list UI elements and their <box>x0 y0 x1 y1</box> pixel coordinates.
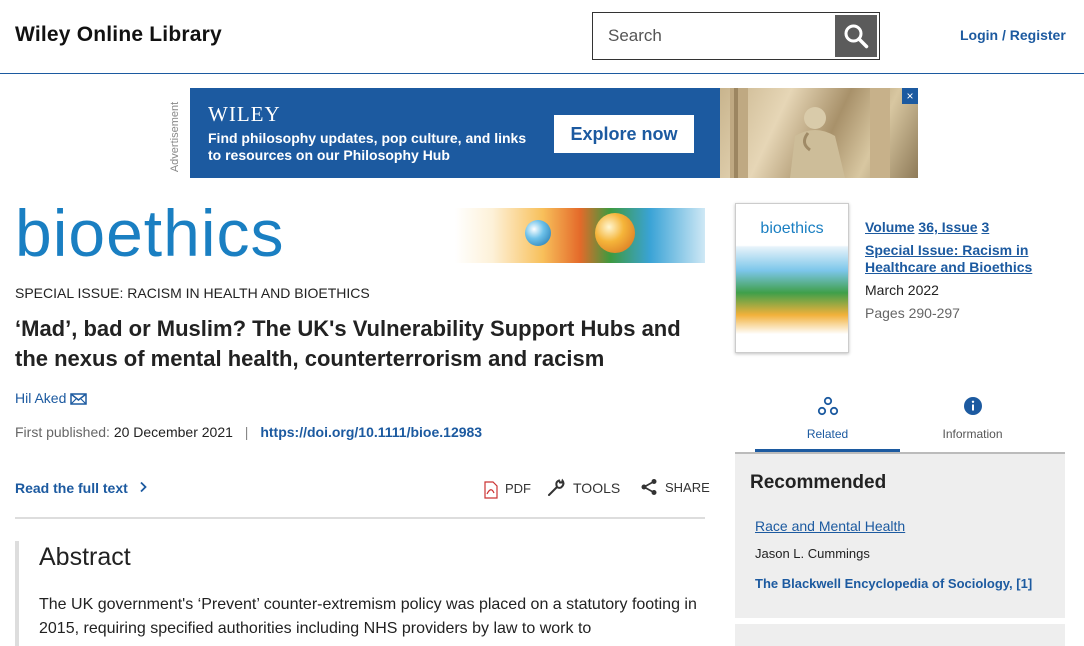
related-icon <box>817 396 838 415</box>
special-issue-link[interactable]: Special Issue: Racism in Healthcare and … <box>865 242 1032 275</box>
recommended-author: Jason L. Cummings <box>755 546 870 561</box>
tab-related[interactable]: Related <box>755 393 900 453</box>
tab-related-label: Related <box>806 427 849 441</box>
pdf-label: PDF <box>505 481 531 496</box>
issue-pages: Pages 290-297 <box>865 305 960 321</box>
wrench-icon <box>548 478 565 496</box>
sidebar-tabs: Related Information <box>755 393 1045 453</box>
article-title: ‘Mad’, bad or Muslim? The UK's Vulnerabi… <box>15 316 681 371</box>
author-line: Hil Aked <box>15 389 88 406</box>
close-ad-button[interactable]: × <box>902 88 918 104</box>
statue-image <box>730 88 890 178</box>
ad-logo: WILEY <box>208 102 281 126</box>
tab-information[interactable]: Information <box>900 393 1045 453</box>
cover-title: bioethics <box>760 220 824 237</box>
ad-label: Advertisement <box>160 96 190 178</box>
advertisement-banner[interactable]: WILEY Find philosophy updates, pop cultu… <box>190 88 918 178</box>
author-link[interactable]: Hil Aked <box>15 390 66 406</box>
search-box <box>592 12 880 60</box>
site-logo[interactable]: Wiley Online Library <box>15 23 222 47</box>
abstract-section: Abstract The UK government's ‘Prevent’ c… <box>15 541 705 646</box>
read-full-text-label: Read the full text <box>15 480 128 496</box>
share-label: SHARE <box>665 479 710 495</box>
read-full-text-link[interactable]: Read the full text <box>15 480 148 496</box>
section-divider <box>15 517 705 519</box>
login-register-link[interactable]: Login / Register <box>960 27 1066 43</box>
first-published-label: First published: <box>15 424 110 440</box>
ad-philosopher-image <box>720 88 918 178</box>
recommended-panel: Recommended Race and Mental Health Jason… <box>735 454 1065 646</box>
list-item: Race and Mental Health Jason L. Cummings… <box>755 518 1050 591</box>
ad-text: Find philosophy updates, pop culture, an… <box>208 130 527 163</box>
advertisement-label: Advertisement <box>169 101 181 173</box>
pdf-button[interactable]: PDF <box>484 478 531 499</box>
journal-title: bioethics <box>15 196 285 270</box>
journal-cover[interactable]: bioethics <box>735 203 849 353</box>
email-icon[interactable] <box>70 392 88 406</box>
volume-line: Volume 36, Issue 3 <box>865 219 1065 236</box>
special-issue-line: Special Issue: Racism in Healthcare and … <box>865 242 1065 276</box>
tab-information-label: Information <box>942 427 1003 441</box>
recommended-source-link[interactable]: The Blackwell Encyclopedia of Sociology,… <box>755 576 1050 591</box>
separator: | <box>244 424 249 440</box>
info-icon <box>963 396 982 415</box>
chevron-right-icon <box>140 481 147 493</box>
volume-link[interactable]: Volume <box>865 219 915 235</box>
pdf-icon <box>484 481 498 499</box>
search-button[interactable] <box>835 15 877 57</box>
recommended-title-link[interactable]: Race and Mental Health <box>755 518 1050 534</box>
abstract-heading: Abstract <box>39 543 131 571</box>
abstract-text: The UK government's ‘Prevent’ counter-ex… <box>39 596 697 637</box>
tools-label: TOOLS <box>573 480 621 496</box>
issue-number-link[interactable]: 3 <box>981 219 989 235</box>
search-input[interactable] <box>593 13 835 59</box>
article-tools: PDF TOOLS SHARE <box>480 478 710 500</box>
journal-banner[interactable]: bioethics <box>15 200 705 266</box>
explore-now-button[interactable]: Explore now <box>554 115 694 153</box>
tools-button[interactable]: TOOLS <box>546 478 620 498</box>
share-icon <box>641 479 657 495</box>
doi-link[interactable]: https://doi.org/10.1111/bioe.12983 <box>260 424 482 440</box>
issue-date: March 2022 <box>865 282 939 298</box>
site-header: Wiley Online Library Login / Register <box>0 0 1084 74</box>
search-icon <box>844 24 869 49</box>
share-button[interactable]: SHARE <box>640 478 710 496</box>
recommended-heading: Recommended <box>750 472 887 493</box>
journal-banner-art <box>455 208 705 263</box>
publication-info: First published: 20 December 2021 | http… <box>15 424 482 440</box>
recommended-separator <box>735 618 1065 624</box>
special-issue-label: SPECIAL ISSUE: RACISM IN HEALTH AND BIOE… <box>15 285 370 301</box>
first-published-date: 20 December 2021 <box>113 424 233 440</box>
issue-info: Volume 36, Issue 3 Special Issue: Racism… <box>865 219 1065 328</box>
volume-issue-link[interactable]: 36, Issue <box>918 219 977 235</box>
